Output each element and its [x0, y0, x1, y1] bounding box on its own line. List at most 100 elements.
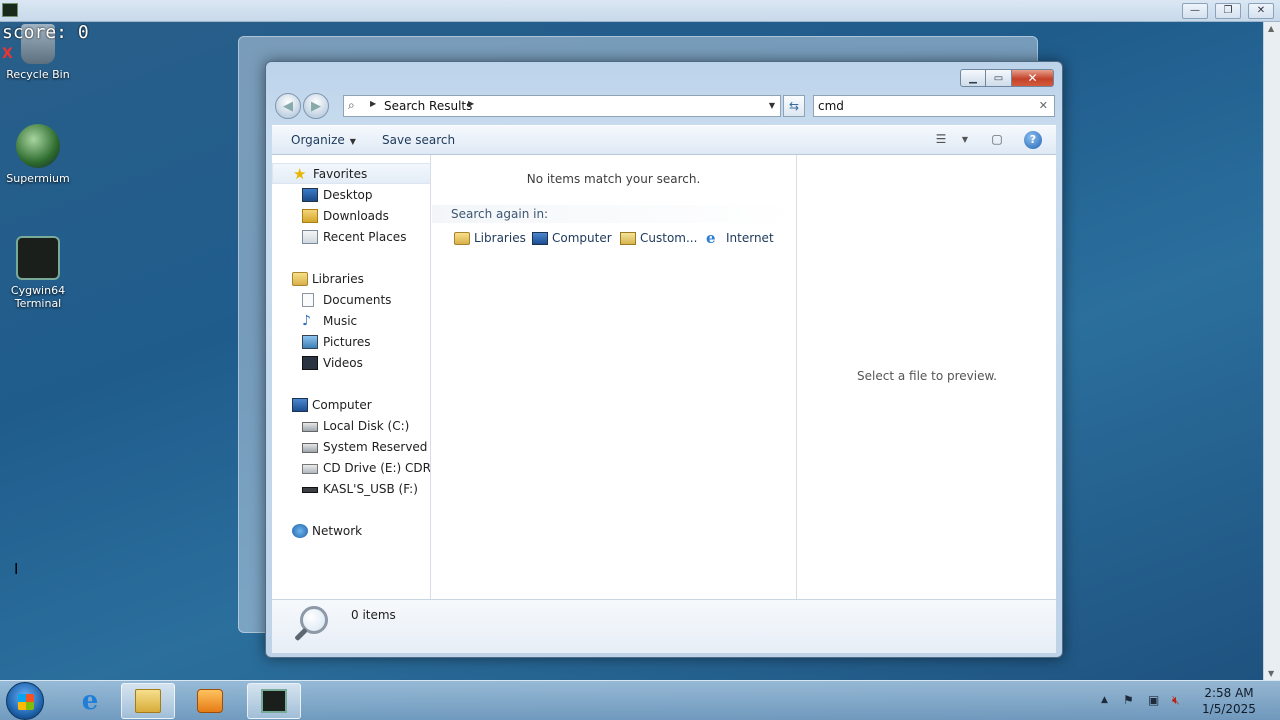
taskbar: e ▲ ⚑ ▣ 🔇︎ 2:58 AM 1/5/2025 [0, 680, 1280, 720]
nav-item-label: Documents [323, 293, 392, 307]
nav-item-local-disk[interactable]: Local Disk (C:) [272, 416, 430, 437]
host-title-bar: — ❐ ✕ [0, 0, 1280, 22]
nav-item-label: Computer [312, 398, 372, 412]
nav-item-label: Pictures [323, 335, 371, 349]
terminal-icon [261, 689, 287, 713]
nav-item-downloads[interactable]: Downloads [272, 206, 430, 227]
nav-item-label: Recent Places [323, 230, 407, 244]
details-pane: 0 items [272, 599, 1056, 653]
preview-message: Select a file to preview. [857, 369, 997, 383]
host-close-button[interactable]: ✕ [1248, 3, 1274, 19]
results-pane[interactable]: No items match your search. Search again… [432, 155, 795, 599]
save-search-button[interactable]: Save search [382, 133, 455, 147]
taskbar-explorer[interactable] [121, 683, 175, 719]
forward-button[interactable]: ▶ [303, 93, 329, 119]
nav-item-videos[interactable]: Videos [272, 353, 430, 374]
star-icon: ★ [293, 165, 307, 183]
taskbar-media-player[interactable] [183, 683, 237, 719]
item-count: 0 items [351, 608, 396, 622]
nav-item-network[interactable]: Network [272, 521, 430, 542]
empty-results-message: No items match your search. [526, 172, 701, 186]
nav-item-favorites[interactable]: ★ Favorites [272, 163, 430, 184]
search-icon: ⌕ [348, 98, 355, 112]
nav-item-label: Music [323, 314, 358, 328]
nav-item-pictures[interactable]: Pictures [272, 332, 430, 353]
media-player-icon [197, 689, 223, 713]
host-minimize-button[interactable]: — [1182, 3, 1208, 19]
command-bar: Organize ▼ Save search ☰ ▼ ▢ ? [272, 125, 1056, 155]
address-bar[interactable]: ⌕ ▶ Search Results ▶ ▼ [343, 95, 781, 117]
search-box[interactable]: ✕ [813, 95, 1055, 117]
address-dropdown-icon[interactable]: ▼ [769, 101, 775, 110]
computer-icon [292, 398, 308, 412]
location-label: Custom... [640, 231, 698, 245]
nav-item-label: Libraries [312, 272, 364, 286]
scroll-up-icon[interactable]: ▲ [1268, 24, 1274, 33]
computer-icon [532, 232, 548, 245]
breadcrumb-separator-icon[interactable]: ▶ [370, 99, 376, 108]
taskbar-clock[interactable]: 2:58 AM 1/5/2025 [1196, 685, 1262, 717]
start-button[interactable] [6, 682, 44, 720]
desktop-icon-supermium[interactable]: Supermium [0, 124, 76, 185]
nav-item-documents[interactable]: Documents [272, 290, 430, 311]
breadcrumb-search-results[interactable]: Search Results [384, 99, 472, 113]
help-icon[interactable]: ? [1024, 131, 1042, 149]
search-input[interactable] [818, 98, 1028, 114]
network-tray-icon[interactable]: ▣ [1148, 693, 1159, 707]
score-overlay: score: 0 [2, 22, 89, 43]
nav-item-computer[interactable]: Computer [272, 395, 430, 416]
nav-item-label: Favorites [313, 167, 368, 181]
nav-item-cd-drive[interactable]: CD Drive (E:) CDROM [272, 458, 430, 479]
clear-search-icon[interactable]: ✕ [1039, 99, 1048, 112]
taskbar-internet-explorer[interactable]: e [63, 683, 117, 719]
back-button[interactable]: ◀ [275, 93, 301, 119]
close-button[interactable]: ✕ [1012, 69, 1054, 87]
nav-item-music[interactable]: ♪ Music [272, 311, 430, 332]
nav-item-system-reserved[interactable]: System Reserved (D: [272, 437, 430, 458]
view-dropdown-icon[interactable]: ▼ [956, 135, 974, 151]
magnifier-handle [294, 627, 308, 642]
refresh-button[interactable]: ⇆ [783, 95, 805, 117]
documents-icon [302, 293, 314, 307]
volume-muted-icon[interactable]: 🔇︎ [1172, 693, 1180, 708]
action-center-flag-icon[interactable]: ⚑ [1123, 693, 1134, 707]
desktop-icon-cygwin[interactable]: Cygwin64 Terminal [0, 236, 76, 310]
internet-explorer-icon: e [706, 229, 716, 247]
usb-drive-icon [302, 487, 318, 493]
cd-drive-icon [302, 464, 318, 474]
navigation-pane[interactable]: ★ Favorites Desktop Downloads Recent Pla… [272, 155, 431, 599]
nav-item-recent-places[interactable]: Recent Places [272, 227, 430, 248]
nav-item-usb[interactable]: KASL'S_USB (F:) [272, 479, 430, 500]
breadcrumb-chevron-icon[interactable]: ▶ [468, 99, 474, 108]
search-again-row: Search again in: [432, 205, 795, 223]
location-label: Libraries [474, 231, 526, 245]
maximize-button[interactable]: ▭ [986, 69, 1012, 87]
nav-item-label: Local Disk (C:) [323, 419, 410, 433]
magnifier-icon [294, 606, 330, 642]
organize-button[interactable]: Organize ▼ [291, 133, 356, 147]
nav-item-label: KASL'S_USB (F:) [323, 482, 418, 496]
clock-time: 2:58 AM [1204, 686, 1254, 700]
nav-item-libraries[interactable]: Libraries [272, 269, 430, 290]
videos-icon [302, 356, 318, 370]
supermium-icon [16, 124, 60, 168]
host-scrollbar[interactable]: ▲ ▼ [1263, 22, 1280, 680]
taskbar-cygwin-terminal[interactable] [247, 683, 301, 719]
terminal-icon [16, 236, 60, 280]
libraries-icon [292, 272, 308, 286]
downloads-folder-icon [302, 209, 318, 223]
minimize-button[interactable]: ▁ [960, 69, 986, 87]
recent-places-icon [302, 230, 318, 244]
explorer-window: ▁ ▭ ✕ ◀ ▶ ⌕ ▶ Search Results ▶ ▼ ⇆ ✕ Org… [265, 61, 1063, 658]
nav-item-desktop[interactable]: Desktop [272, 185, 430, 206]
preview-pane-icon[interactable]: ▢ [988, 132, 1006, 148]
host-restore-button[interactable]: ❐ [1215, 3, 1241, 19]
show-hidden-icons-icon[interactable]: ▲ [1101, 695, 1108, 705]
network-icon [292, 524, 308, 538]
desktop-icon-label: Cygwin64 Terminal [10, 284, 66, 310]
scroll-down-icon[interactable]: ▼ [1268, 669, 1274, 678]
chevron-down-icon: ▼ [349, 137, 356, 146]
view-options-icon[interactable]: ☰ [932, 132, 950, 148]
libraries-icon [454, 232, 470, 245]
hard-disk-icon [302, 422, 318, 432]
